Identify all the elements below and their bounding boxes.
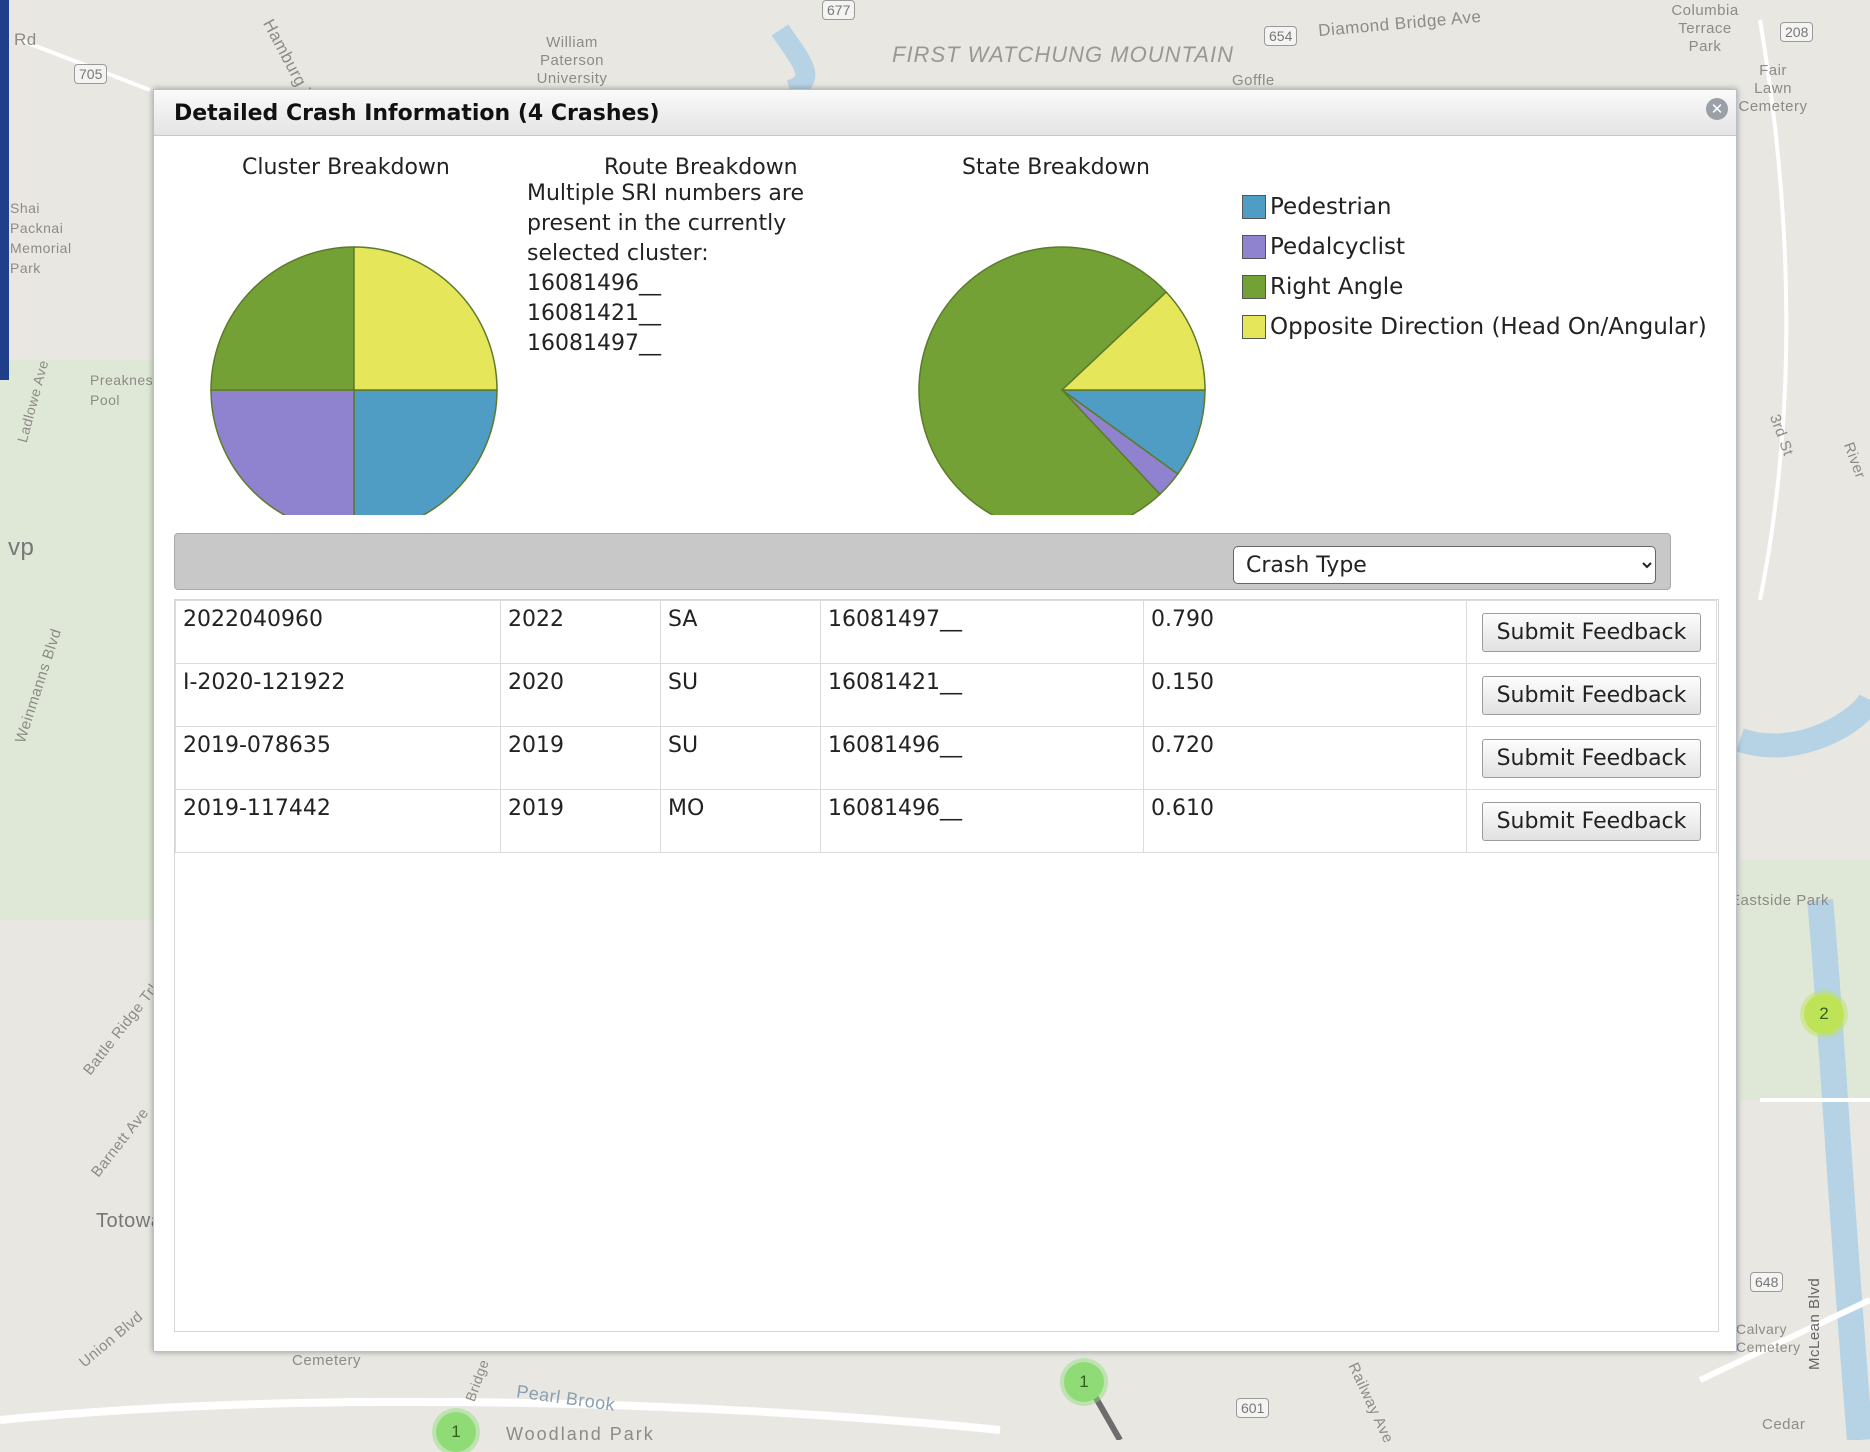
table-cell: I-2020-121922 xyxy=(175,663,501,727)
table-cell: SA xyxy=(660,600,821,664)
map-label: Rd xyxy=(14,30,37,49)
route-breakdown-line: 16081496__ xyxy=(527,271,661,296)
map-label: Columbia Terrace Park xyxy=(1671,2,1739,55)
dialog-title: Detailed Crash Information (4 Crashes) xyxy=(174,101,660,126)
table-cell: Submit Feedback xyxy=(1466,726,1717,790)
crash-cluster-marker[interactable]: 1 xyxy=(436,1412,476,1452)
chart-legend: Pedestrian Pedalcyclist Right Angle Opposit… xyxy=(1242,187,1707,347)
table-cell: MO xyxy=(660,789,821,853)
table-cell: 16081497__ xyxy=(820,600,1144,664)
map-label: Fair Lawn Cemetery xyxy=(1738,62,1808,115)
cluster-breakdown-pie[interactable] xyxy=(204,215,504,515)
table-cell: 0.790 xyxy=(1143,600,1467,664)
route-shield: 705 xyxy=(74,64,108,84)
submit-feedback-button[interactable]: Submit Feedback xyxy=(1481,801,1702,841)
route-breakdown-title: Route Breakdown xyxy=(604,155,798,180)
legend-label: Pedalcyclist xyxy=(1270,234,1405,260)
route-breakdown-line: selected cluster: xyxy=(527,241,709,266)
map-label: vp xyxy=(8,534,35,561)
route-breakdown-line: Multiple SRI numbers are xyxy=(527,181,805,206)
table-cell: 2019 xyxy=(500,789,661,853)
pie-slice[interactable] xyxy=(210,389,355,515)
map-label: Cemetery xyxy=(292,1352,362,1369)
map-label: Woodland Park xyxy=(506,1424,655,1444)
map-edge-panel xyxy=(0,0,9,380)
route-shield: 601 xyxy=(1236,1398,1270,1418)
cluster-breakdown-title: Cluster Breakdown xyxy=(242,155,450,180)
state-breakdown-title: State Breakdown xyxy=(962,155,1150,180)
crash-cluster-marker[interactable]: 2 xyxy=(1804,994,1844,1034)
table-cell: 2020 xyxy=(500,663,661,727)
state-breakdown-pie[interactable] xyxy=(912,215,1212,515)
crash-type-dropdown[interactable]: Crash Type xyxy=(1233,546,1656,584)
table-cell: 16081496__ xyxy=(820,726,1144,790)
map-label: FIRST WATCHUNG MOUNTAIN xyxy=(892,42,1234,67)
legend-item: Pedalcyclist xyxy=(1242,227,1707,267)
table-cell: 2019-117442 xyxy=(175,789,501,853)
table-row: 2022040960 2022 SA 16081497__ 0.790 Submit Fe… xyxy=(175,600,1717,664)
close-icon[interactable]: ✕ xyxy=(1706,98,1728,120)
submit-feedback-button[interactable]: Submit Feedback xyxy=(1481,675,1702,715)
table-row: 2019-117442 2019 MO 16081496__ 0.610 Submit F… xyxy=(175,789,1717,853)
table-cell: Submit Feedback xyxy=(1466,663,1717,727)
legend-label: Right Angle xyxy=(1270,274,1404,300)
table-cell: Submit Feedback xyxy=(1466,600,1717,664)
table-cell: 2019-078635 xyxy=(175,726,501,790)
crash-table: 2022040960 2022 SA 16081497__ 0.790 Submit Fe… xyxy=(175,600,1717,853)
legend-swatch xyxy=(1242,315,1266,339)
route-shield: 654 xyxy=(1264,26,1298,46)
submit-feedback-button[interactable]: Submit Feedback xyxy=(1481,612,1702,652)
route-breakdown-line: 16081421__ xyxy=(527,301,661,326)
pie-slice[interactable] xyxy=(353,246,498,391)
table-row: I-2020-121922 2020 SU 16081421__ 0.150 Submit… xyxy=(175,663,1717,727)
submit-feedback-button[interactable]: Submit Feedback xyxy=(1481,738,1702,778)
route-breakdown-line: present in the currently xyxy=(527,211,787,236)
legend-item: Right Angle xyxy=(1242,267,1707,307)
table-cell: 0.150 xyxy=(1143,663,1467,727)
route-shield: 677 xyxy=(822,0,856,20)
table-cell: 0.720 xyxy=(1143,726,1467,790)
legend-label: Pedestrian xyxy=(1270,194,1392,220)
map-label: McLean Blvd xyxy=(1806,1277,1823,1370)
crash-cluster-marker[interactable]: 1 xyxy=(1064,1362,1104,1402)
table-cell: 16081421__ xyxy=(820,663,1144,727)
table-cell: Submit Feedback xyxy=(1466,789,1717,853)
table-cell: 2022 xyxy=(500,600,661,664)
grid-toolbar: Crash Type xyxy=(174,533,1671,590)
table-cell: 16081496__ xyxy=(820,789,1144,853)
table-cell: SU xyxy=(660,726,821,790)
route-breakdown-text: Multiple SRI numbers are present in the … xyxy=(527,179,827,359)
table-cell: 2019 xyxy=(500,726,661,790)
route-breakdown-line: 16081497__ xyxy=(527,331,661,356)
legend-item: Opposite Direction (Head On/Angular) xyxy=(1242,307,1707,347)
legend-item: Pedestrian xyxy=(1242,187,1707,227)
dialog-titlebar[interactable]: Detailed Crash Information (4 Crashes) ✕ xyxy=(154,90,1736,136)
legend-swatch xyxy=(1242,235,1266,259)
pie-slice[interactable] xyxy=(353,389,498,515)
map-label: Preakness Pool xyxy=(90,372,161,408)
table-cell: 0.610 xyxy=(1143,789,1467,853)
table-cell: 2022040960 xyxy=(175,600,501,664)
route-shield: 648 xyxy=(1750,1272,1784,1292)
pie-slice[interactable] xyxy=(210,246,355,391)
table-cell: SU xyxy=(660,663,821,727)
crash-grid: 2022040960 2022 SA 16081497__ 0.790 Submit Fe… xyxy=(174,599,1719,1332)
map-label: Calvary Cemetery xyxy=(1736,1321,1801,1355)
legend-swatch xyxy=(1242,275,1266,299)
map-label: Cedar xyxy=(1762,1416,1806,1433)
map-label: Goffle xyxy=(1232,72,1275,89)
legend-swatch xyxy=(1242,195,1266,219)
crash-details-dialog: Detailed Crash Information (4 Crashes) ✕… xyxy=(153,89,1737,1352)
legend-label: Opposite Direction (Head On/Angular) xyxy=(1270,314,1707,340)
map-label: Eastside Park xyxy=(1730,892,1830,909)
route-shield: 208 xyxy=(1780,22,1814,42)
map-label: Shai Packnai Memorial Park xyxy=(10,200,72,276)
table-row: 2019-078635 2019 SU 16081496__ 0.720 Submit F… xyxy=(175,726,1717,790)
map-label: William Paterson University xyxy=(536,34,608,87)
